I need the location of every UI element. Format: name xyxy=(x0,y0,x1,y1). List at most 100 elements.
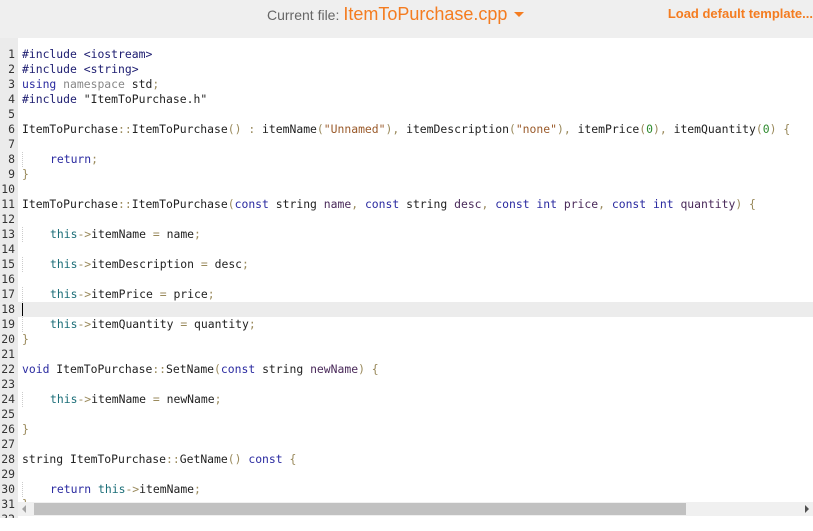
code-token: ), xyxy=(385,122,407,136)
code-token: () : xyxy=(227,122,263,136)
code-line[interactable]: 23 xyxy=(0,377,813,392)
line-number: 24 xyxy=(1,392,15,406)
code-token: ) { xyxy=(735,197,756,211)
code-line[interactable]: 21 xyxy=(0,347,813,362)
code-line[interactable]: 25 xyxy=(0,407,813,422)
code-line[interactable]: 20} xyxy=(0,332,813,347)
indent-guide xyxy=(22,482,50,497)
code-token: quantity xyxy=(194,317,249,331)
line-code: return this->itemName; xyxy=(22,482,201,497)
code-line[interactable]: 13 this->itemName = name; xyxy=(0,227,813,242)
code-line[interactable]: 1 #include <iostream> xyxy=(0,47,813,62)
line-number: 22 xyxy=(1,362,15,376)
code-token: void xyxy=(22,362,57,376)
code-line[interactable]: 29 xyxy=(0,467,813,482)
code-line[interactable]: 19 this->itemQuantity = quantity; xyxy=(0,317,813,332)
scroll-right-icon[interactable] xyxy=(805,505,809,513)
code-line[interactable]: 24 this->itemName = newName; xyxy=(0,392,813,407)
code-token: this xyxy=(50,287,78,301)
line-number: 27 xyxy=(1,437,15,451)
line-number: 29 xyxy=(1,467,15,481)
code-token: :: xyxy=(118,122,132,136)
line-code: ItemToPurchase::ItemToPurchase(const str… xyxy=(22,197,756,212)
line-number: 11 xyxy=(1,197,15,211)
indent-guide xyxy=(22,152,50,167)
line-number: 16 xyxy=(1,272,15,286)
code-line[interactable]: 30 return this->itemName; xyxy=(0,482,813,497)
indent-guide xyxy=(22,287,50,302)
code-token: ( xyxy=(227,197,235,211)
indent-guide xyxy=(22,392,50,407)
code-token: name xyxy=(323,197,352,211)
line-number: 12 xyxy=(1,212,15,226)
code-line[interactable]: 15 this->itemDescription = desc; xyxy=(0,257,813,272)
code-line[interactable]: 11 ItemToPurchase::ItemToPurchase(const s… xyxy=(0,197,813,212)
code-line[interactable]: 4 #include "ItemToPurchase.h" xyxy=(0,92,813,107)
file-name[interactable]: ItemToPurchase.cpp xyxy=(343,4,507,24)
code-token: ItemToPurchase xyxy=(131,122,228,136)
indent-guide xyxy=(22,317,50,332)
code-token: -> xyxy=(77,287,92,301)
code-line[interactable]: 5 xyxy=(0,107,813,122)
caret-down-icon[interactable] xyxy=(514,11,525,17)
indent-guide xyxy=(22,257,50,272)
code-token: string xyxy=(275,197,324,211)
code-token: ; xyxy=(91,152,99,166)
code-line[interactable]: 28 string ItemToPurchase::GetName() const… xyxy=(0,452,813,467)
code-token: ; xyxy=(194,482,201,496)
line-number: 9 xyxy=(8,167,15,181)
code-line[interactable]: 8 return; xyxy=(0,152,813,167)
code-line[interactable]: 12 xyxy=(0,212,813,227)
code-line[interactable]: 18 xyxy=(0,302,813,317)
code-line[interactable]: 6 ItemToPurchase::ItemToPurchase() : item… xyxy=(0,122,813,137)
code-line[interactable]: 16 xyxy=(0,272,813,287)
code-line[interactable]: 26} xyxy=(0,422,813,437)
code-token: ), xyxy=(653,122,674,136)
code-line[interactable]: 7 xyxy=(0,137,813,152)
code-line[interactable]: 2 #include <string> xyxy=(0,62,813,77)
scroll-left-icon[interactable] xyxy=(22,505,26,513)
code-line[interactable]: 9} xyxy=(0,167,813,182)
code-token: const int xyxy=(611,197,681,211)
line-number: 14 xyxy=(1,242,15,256)
code-line[interactable]: 10 xyxy=(0,182,813,197)
code-token: } xyxy=(22,422,29,436)
code-token: return xyxy=(50,482,99,496)
line-code: void ItemToPurchase::SetName(const strin… xyxy=(22,362,379,377)
line-number: 19 xyxy=(1,317,15,331)
code-token: ItemToPurchase xyxy=(22,122,119,136)
code-token: using xyxy=(22,77,64,91)
code-line[interactable]: 27 xyxy=(0,437,813,452)
code-token: = xyxy=(152,392,167,406)
code-token: ItemToPurchase xyxy=(70,452,167,466)
code-token: name xyxy=(166,227,195,241)
code-line[interactable]: 14 xyxy=(0,242,813,257)
code-editor[interactable]: 1 #include <iostream> 2 #include <string> 3 u… xyxy=(0,38,813,518)
code-line[interactable]: 3 using namespace std; xyxy=(0,77,813,92)
code-token: () xyxy=(227,452,249,466)
load-default-template-link[interactable]: Load default template... xyxy=(668,6,813,21)
line-code: #include "ItemToPurchase.h" xyxy=(22,92,207,107)
code-token: ( xyxy=(508,122,516,136)
code-token: = xyxy=(200,257,215,271)
text-cursor xyxy=(22,303,23,316)
current-file-selector[interactable]: Current file: ItemToPurchase.cpp xyxy=(267,4,525,25)
code-line[interactable]: 22 void ItemToPurchase::SetName(const str… xyxy=(0,362,813,377)
code-token: ) { xyxy=(769,122,791,136)
file-header: Current file: ItemToPurchase.cpp Load def… xyxy=(0,0,813,38)
line-code: } xyxy=(22,167,29,182)
code-token: ( xyxy=(214,362,221,376)
line-number: 30 xyxy=(1,482,15,496)
code-line[interactable]: 17 this->itemPrice = price; xyxy=(0,287,813,302)
line-number: 32 xyxy=(0,512,15,518)
code-token: newName xyxy=(310,362,359,376)
code-token: newName xyxy=(166,392,215,406)
code-lines[interactable]: 1 #include <iostream> 2 #include <string> 3 u… xyxy=(0,47,813,518)
code-token: <string> xyxy=(83,62,139,76)
line-number: 2 xyxy=(8,62,15,76)
line-number: 28 xyxy=(1,452,15,466)
horizontal-scrollbar[interactable] xyxy=(18,502,813,516)
scrollbar-thumb[interactable] xyxy=(34,503,686,515)
code-token: itemQuantity xyxy=(673,122,756,136)
code-token: , xyxy=(351,197,365,211)
